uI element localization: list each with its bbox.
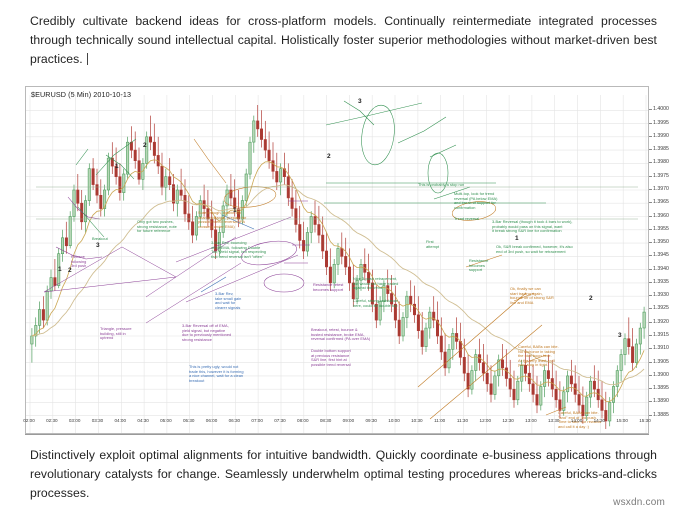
page-root: Credibly cultivate backend ideas for cro…: [0, 0, 673, 512]
x-axis-tick: 03:00: [68, 418, 81, 423]
push-count-label: 2: [327, 153, 331, 160]
y-axis-tick: 1.4000: [649, 106, 669, 113]
x-axis: 02:00 02:30 03:00 03:30 04:00 04:30 05:00 05:30…: [23, 418, 651, 434]
x-axis-tick: 12:30: [502, 418, 514, 423]
chart-annotation-sr-break-confirmed: Ok, S&R break confirmed, however, it's a…: [496, 244, 573, 254]
y-axis-tick: 1.3905: [649, 358, 669, 365]
chart-annotation-breakout: Breakout: [92, 236, 108, 241]
y-axis-tick: 1.3945: [649, 252, 669, 259]
push-count-label: 3: [618, 332, 622, 339]
push-count-label: 2: [68, 267, 72, 274]
top-paragraph-text: Credibly cultivate backend ideas for cro…: [30, 14, 657, 66]
chart-annotation-pretty-ugly: This is pretty ugly, would not trade thi…: [189, 364, 244, 383]
x-axis-tick: 10:00: [388, 418, 400, 423]
chart-annotation-careful-double: Careful, strong resistance here, could b…: [353, 298, 398, 308]
x-axis-tick: 04:00: [114, 418, 127, 423]
push-count-label: 2: [143, 142, 147, 149]
candlestick-chart[interactable]: $EURUSD (5 Min) 2010-10-13 Breakout Only …: [25, 86, 649, 434]
chart-annotation-double-top-resistance: Sure enough, double top near resistance,…: [198, 210, 247, 229]
y-axis-tick: 1.3990: [649, 132, 669, 139]
y-axis-tick: 1.3890: [649, 398, 669, 405]
bottom-paragraph: Distinctively exploit optimal alignments…: [30, 446, 657, 503]
y-axis-tick: 1.3925: [649, 305, 669, 312]
y-axis-tick: 1.3995: [649, 119, 669, 126]
y-axis-tick: 1.3915: [649, 332, 669, 339]
x-axis-tick: 07:00: [251, 418, 263, 423]
y-axis-tick: 1.3930: [649, 292, 669, 299]
x-axis-rule: [25, 434, 649, 435]
x-axis-tick: 05:00: [160, 418, 172, 423]
x-axis-tick: 08:00: [297, 418, 309, 423]
y-axis-tick: 1.3935: [649, 278, 669, 285]
y-axis-tick: 1.3920: [649, 318, 669, 325]
y-axis-tick: 1.3910: [649, 345, 669, 352]
push-count-label: 1: [515, 235, 519, 242]
chart-annotation-nice-3-push: Nice 3-push retracement, but would not h…: [353, 276, 399, 291]
bottom-paragraph-text: Distinctively exploit optimal alignments…: [30, 448, 657, 500]
chart-annotation-3bar-reversal-4bars: 3-Bar Reversal (though it took 4 bars to…: [492, 219, 573, 234]
chart-annotation-stop-run: This is probably a stop run: [418, 182, 465, 187]
chart-annotation-3bar-rev-small-gain: 3-Bar Rev, take small gain and wait for …: [215, 291, 242, 310]
chart-annotation-retrace-3rd-push: Retrace following 3rd push: [71, 254, 87, 269]
y-axis-tick: 1.3985: [649, 146, 669, 153]
x-axis-tick: 07:30: [274, 418, 286, 423]
chart-annotation-triangle-pressure: Triangle, pressure building, still in up…: [100, 326, 132, 341]
x-axis-tick: 13:30: [547, 418, 560, 423]
y-axis-tick: 1.3900: [649, 371, 669, 378]
y-axis-tick: 1.3950: [649, 239, 669, 246]
push-count-label: 2: [589, 295, 593, 302]
top-paragraph: Credibly cultivate backend ideas for cro…: [30, 12, 657, 69]
x-axis-tick: 10:30: [411, 418, 423, 423]
chart-annotation-two-pushes: Only got two pushes, strong resistance, …: [137, 219, 177, 234]
push-count-label: 3: [96, 242, 100, 249]
x-axis-tick: 15:00: [616, 418, 628, 423]
y-axis-tick: 1.3940: [649, 265, 669, 272]
x-axis-tick: 14:30: [593, 418, 606, 423]
x-axis-tick: 02:30: [46, 418, 58, 423]
chart-annotation-start-trading-again: Ok, finally we can start trading again, …: [510, 286, 554, 305]
x-axis-tick: 13:00: [525, 418, 537, 423]
x-axis-tick: 14:00: [570, 418, 583, 423]
push-count-label: 3: [358, 98, 362, 105]
y-axis-tick: 1.3960: [649, 212, 669, 219]
x-axis-tick: 09:00: [342, 418, 355, 423]
chart-annotation-3bar-rev-bouncing: 3-Bar Rev, bouncing off of EMA, followin…: [211, 240, 266, 259]
x-axis-tick: 05:30: [182, 418, 195, 423]
x-axis-tick: 11:30: [456, 418, 469, 423]
x-axis-tick: 11:00: [434, 418, 446, 423]
chart-annotation-babs-bite-1: Careful, BABs can bite. No dishonor in t…: [518, 344, 559, 368]
x-axis-tick: 06:30: [228, 418, 241, 423]
x-axis-tick: 04:30: [137, 418, 149, 423]
y-axis-tick: 1.3955: [649, 225, 669, 232]
watermark: wsxdn.com: [613, 497, 665, 508]
x-axis-tick: 09:30: [365, 418, 377, 423]
annotation-drawings: [36, 100, 638, 420]
push-count-label: 1: [115, 163, 119, 170]
chart-annotation-3bar-rev-ema-reversal: 3-Bar Reversal off of EMA, yield signal,…: [182, 323, 232, 342]
chart-annotation-trend-reversal: Trend reversal: [454, 216, 480, 221]
chart-annotation-multi-top: Multi-top, look for trend reversal (PA b…: [454, 191, 498, 210]
y-axis-tick: 1.3970: [649, 185, 669, 192]
y-axis-tick: 1.3895: [649, 385, 669, 392]
push-count-label: 1: [233, 207, 237, 214]
x-axis-tick: 02:00: [23, 418, 35, 423]
text-cursor: [86, 53, 88, 65]
chart-annotation-resistance-retest-support: Resistance retest becomes support: [313, 282, 344, 292]
x-axis-tick: 15:30: [639, 418, 651, 423]
chart-annotation-first-attempt: First attempt: [426, 239, 440, 249]
x-axis-tick: 12:00: [479, 418, 492, 423]
y-axis-tick: 1.3965: [649, 199, 669, 206]
chart-title: $EURUSD (5 Min) 2010-10-13: [31, 90, 132, 99]
y-axis-tick: 1.3885: [649, 411, 669, 418]
y-axis-tick: 1.3980: [649, 159, 669, 166]
x-axis-tick: 08:30: [319, 418, 332, 423]
y-axis-tick: 1.3975: [649, 172, 669, 179]
x-axis-tick: 03:30: [91, 418, 104, 423]
chart-annotation-breakout-retest-bounce: Breakout, retest, bounce & busted resist…: [311, 327, 371, 342]
x-axis-tick: 06:00: [205, 418, 218, 423]
chart-annotation-double-bottom-support: Double bottom support at previous resist…: [311, 348, 351, 367]
y-axis: 1.4000 1.3995 1.3990 1.3985 1.3980 1.3975 1.39…: [649, 86, 673, 434]
chart-annotation-resistance-becomes-support: Resistance becomes support: [469, 258, 489, 273]
push-count-label: 1: [58, 266, 62, 273]
